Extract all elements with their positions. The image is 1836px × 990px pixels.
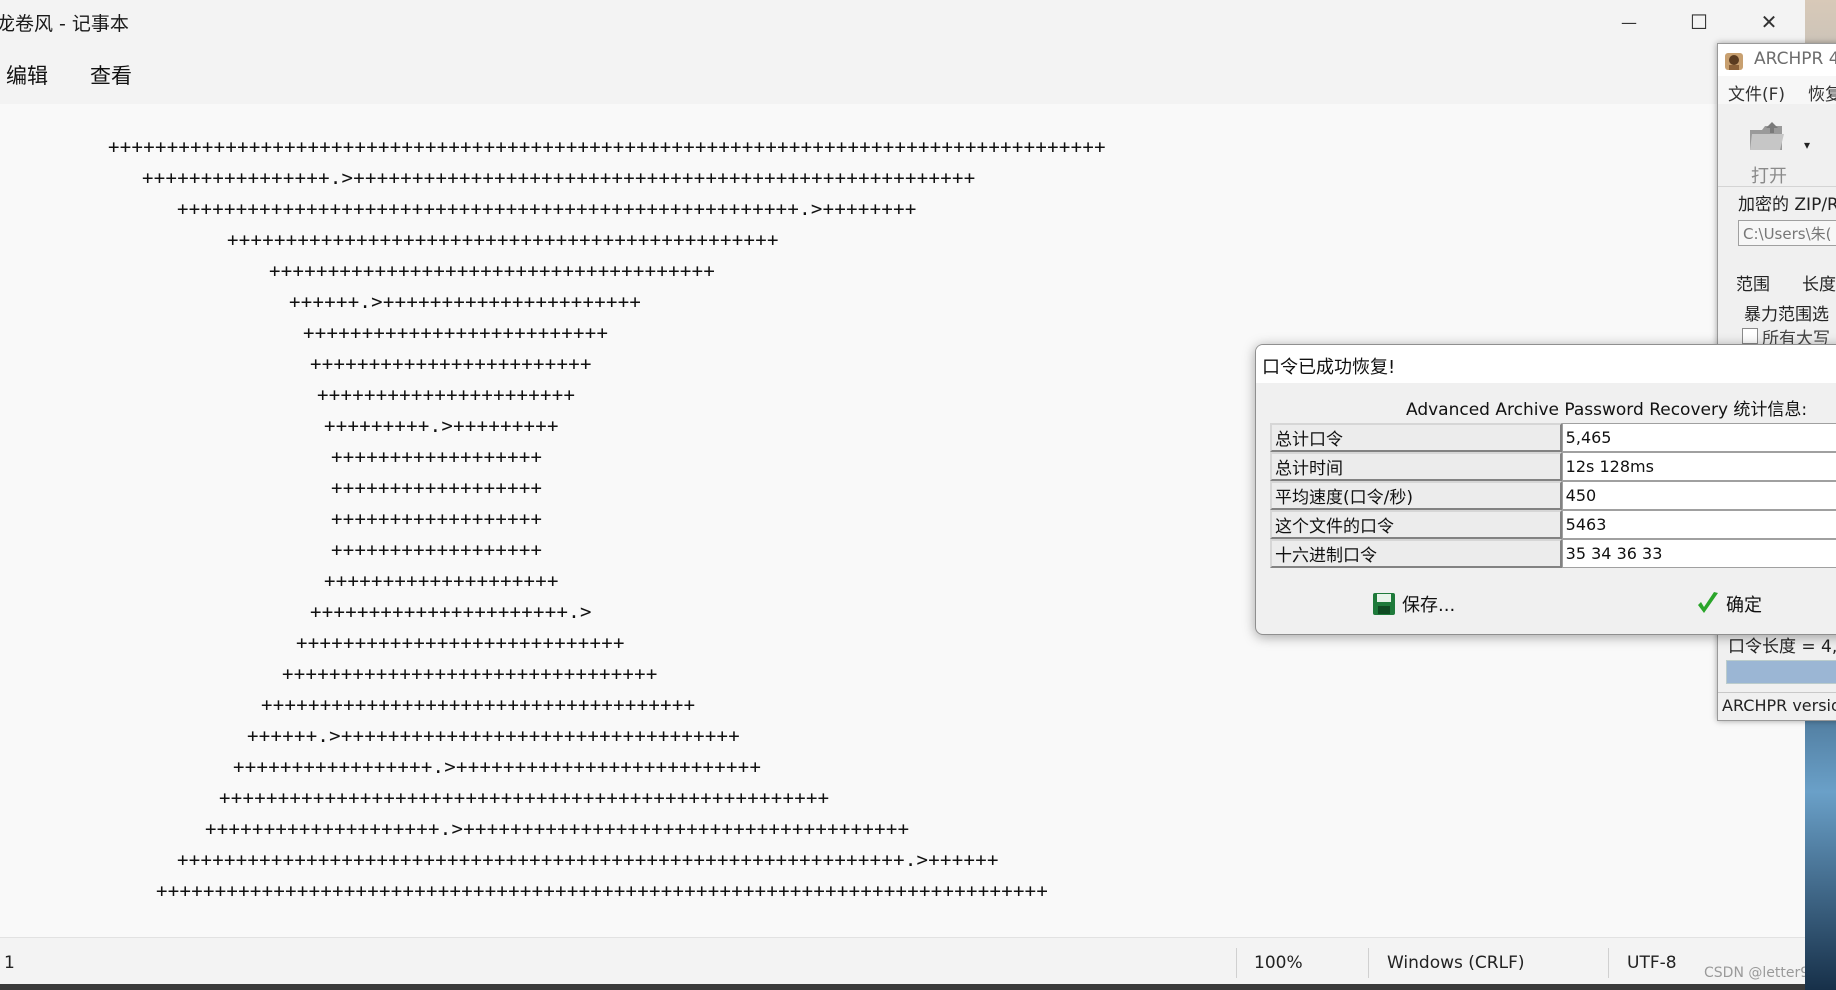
archpr-logo-icon — [1725, 53, 1743, 70]
text-line: ++++++++++++++++++++++++++++++++++++++++… — [219, 787, 830, 809]
table-row: 总计口令 5,465 — [1270, 423, 1836, 452]
open-button-label[interactable]: 打开 — [1751, 162, 1787, 188]
save-button[interactable]: 保存... — [1372, 589, 1455, 619]
close-button[interactable]: ✕ — [1734, 0, 1804, 44]
notepad-titlebar: 龙卷风 - 记事本 — ☐ ✕ — [0, 0, 1805, 44]
stat-label: 总计时间 — [1270, 452, 1562, 481]
text-line: +++++++++++++++++++++++++++++++++++++ — [261, 694, 696, 716]
archpr-menu-file[interactable]: 文件(F) — [1728, 80, 1785, 105]
archpr-status-bar: ARCHPR version — [1718, 692, 1836, 720]
text-line: ++++++++++++++++++++++ — [317, 384, 576, 406]
statistics-heading: Advanced Archive Password Recovery 统计信息: — [1406, 400, 1808, 420]
text-line: ++++++++++++++++++++++++ — [310, 353, 592, 375]
text-line: +++++++++.>+++++++++ — [324, 415, 559, 437]
floppy-disk-icon — [1373, 593, 1395, 615]
text-line: ++++++++++++++++++++++++++++ — [296, 632, 625, 654]
menu-edit[interactable]: 编辑 — [6, 60, 48, 90]
status-divider — [1236, 948, 1237, 978]
text-line: ++++++++++++++++++ — [331, 477, 543, 499]
status-line-number: 1 — [4, 953, 15, 973]
archpr-menu-bar: 文件(F) 恢复 — [1718, 76, 1836, 105]
text-line: ++++++++++++++++++++++.> — [310, 601, 592, 623]
encrypted-file-label: 加密的 ZIP/R — [1738, 195, 1836, 215]
text-line: ++++++++++++++++++++++++++++++++++++++ — [269, 260, 716, 282]
close-icon: ✕ — [1760, 10, 1778, 34]
text-line: ++++++++++++++++++++++++++++++++ — [282, 663, 658, 685]
text-line: ++++++++++++++++++ — [331, 508, 543, 530]
text-line: ++++++++++++++++++++++++++ — [303, 322, 609, 344]
archpr-toolbar: ▾ 打开 — [1718, 106, 1836, 187]
text-line: ++++++++++++++++.>++++++++++++++++++++++… — [142, 167, 976, 189]
stat-label: 这个文件的口令 — [1270, 510, 1562, 539]
text-line: ++++++++++++++++++ — [331, 446, 543, 468]
brute-force-range-label: 暴力范围选 — [1744, 305, 1829, 325]
checkmark-icon — [1698, 592, 1718, 613]
status-zoom: 100% — [1254, 953, 1303, 973]
stat-value: 5,465 — [1561, 423, 1836, 452]
taskbar-edge — [0, 984, 1805, 990]
watermark: CSDN @letter986 — [1704, 965, 1805, 981]
password-length-readout: 口令长度 = 4, — [1728, 637, 1836, 657]
minimize-icon: — — [1621, 12, 1637, 32]
maximize-icon: ☐ — [1690, 10, 1708, 34]
status-bar: 1 100% Windows (CRLF) UTF-8 — [0, 937, 1805, 990]
stat-value: 5463 — [1561, 510, 1836, 539]
menu-view[interactable]: 查看 — [90, 60, 132, 90]
table-row: 这个文件的口令 5463 — [1270, 510, 1836, 539]
stat-value: 12s 128ms — [1561, 452, 1836, 481]
stat-value: 35 34 36 33 — [1561, 539, 1836, 568]
text-line: ++++++++++++++++++++++++++++++++++++++++… — [177, 198, 917, 220]
stat-label: 总计口令 — [1270, 423, 1562, 452]
archpr-titlebar: ARCHPR 4 — [1718, 44, 1836, 76]
archpr-menu-recover[interactable]: 恢复 — [1808, 80, 1836, 105]
text-line: ++++++.>++++++++++++++++++++++ — [289, 291, 642, 313]
statistics-table: 总计口令 5,465 总计时间 12s 128ms 平均速度(口令/秒) 450… — [1270, 423, 1836, 568]
dialog-title: 口令已成功恢复! — [1262, 357, 1396, 378]
status-divider — [1608, 948, 1609, 978]
open-dropdown-arrow-icon[interactable]: ▾ — [1804, 138, 1810, 152]
table-row: 总计时间 12s 128ms — [1270, 452, 1836, 481]
ok-button[interactable]: 确定 — [1696, 589, 1762, 619]
progress-bar — [1726, 660, 1836, 684]
text-line: +++++++++++++++++.>+++++++++++++++++++++… — [233, 756, 762, 778]
encrypted-file-path-field[interactable]: C:\Users\朱( — [1738, 220, 1836, 246]
text-line: ++++++++++++++++++++ — [324, 570, 559, 592]
minimize-button[interactable]: — — [1594, 0, 1664, 44]
stat-label: 十六进制口令 — [1270, 539, 1562, 568]
status-encoding: UTF-8 — [1627, 953, 1677, 973]
all-caps-checkbox[interactable] — [1742, 328, 1758, 344]
text-line: ++++++++++++++++++++++++++++++++++++++++… — [227, 229, 779, 251]
password-recovered-dialog: 口令已成功恢复! Advanced Archive Password Recov… — [1255, 344, 1836, 635]
stat-value: 450 — [1561, 481, 1836, 510]
tab-range[interactable]: 范围 — [1736, 270, 1770, 295]
text-line: ++++++++++++++++++++++++++++++++++++++++… — [108, 136, 1106, 158]
dialog-titlebar: 口令已成功恢复! — [1256, 345, 1836, 383]
table-row: 平均速度(口令/秒) 450 — [1270, 481, 1836, 510]
maximize-button[interactable]: ☐ — [1664, 0, 1734, 44]
text-line: ++++++++++++++++++++++++++++++++++++++++… — [177, 849, 999, 871]
menu-bar: 编辑 查看 — [0, 44, 1805, 105]
text-line: ++++++++++++++++++++.>++++++++++++++++++… — [205, 818, 910, 840]
status-line-ending: Windows (CRLF) — [1387, 953, 1525, 973]
text-line: ++++++++++++++++++ — [331, 539, 543, 561]
open-folder-icon[interactable] — [1748, 120, 1786, 154]
tab-length[interactable]: 长度 — [1802, 270, 1836, 295]
window-title: 龙卷风 - 记事本 — [0, 13, 129, 35]
table-row: 十六进制口令 35 34 36 33 — [1270, 539, 1836, 568]
ok-button-label: 确定 — [1726, 595, 1762, 616]
text-line: ++++++.>++++++++++++++++++++++++++++++++… — [247, 725, 741, 747]
save-button-label: 保存... — [1402, 595, 1456, 616]
stat-label: 平均速度(口令/秒) — [1270, 481, 1562, 510]
status-divider — [1368, 948, 1369, 978]
archpr-title: ARCHPR 4 — [1754, 49, 1836, 69]
text-line: ++++++++++++++++++++++++++++++++++++++++… — [156, 880, 1049, 902]
